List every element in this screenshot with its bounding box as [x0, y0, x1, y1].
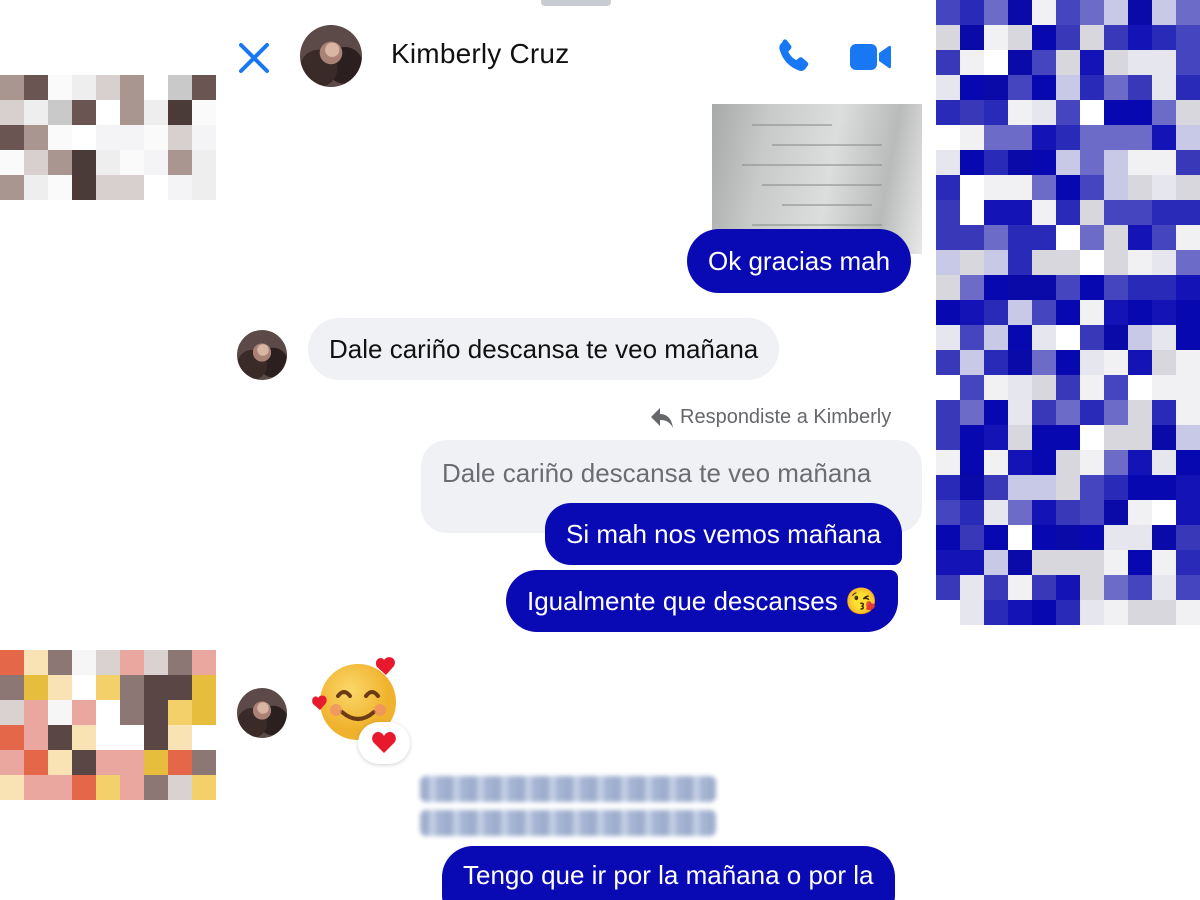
- message-outgoing-reply[interactable]: Si mah nos vemos mañana: [545, 503, 903, 565]
- message-outgoing[interactable]: Tengo que ir por la mañana o por la: [442, 846, 895, 900]
- chat-panel: Kimberly Cruz Ok gracias mah Dale cariño…: [216, 0, 936, 900]
- close-button[interactable]: [236, 40, 272, 76]
- video-camera-icon: [850, 44, 891, 70]
- reply-indicator-text: Respondiste a Kimberly: [680, 406, 892, 428]
- sender-avatar[interactable]: [237, 688, 287, 738]
- redacted-text-line: [420, 776, 716, 802]
- message-reaction[interactable]: [358, 722, 410, 764]
- contact-avatar[interactable]: [300, 25, 362, 87]
- reply-indicator: Respondiste a Kimberly: [650, 406, 891, 429]
- redacted-text-line: [420, 810, 716, 836]
- sender-avatar[interactable]: [237, 330, 287, 380]
- blurred-background-left-bottom: [0, 650, 216, 800]
- video-call-button[interactable]: [848, 38, 892, 76]
- message-outgoing[interactable]: Igualmente que descanses 😘: [506, 570, 899, 632]
- phone-icon: [779, 39, 809, 71]
- audio-call-button[interactable]: [772, 36, 814, 78]
- reply-arrow-icon: [651, 407, 673, 428]
- message-outgoing[interactable]: Ok gracias mah: [687, 229, 912, 293]
- message-incoming[interactable]: Dale cariño descansa te veo mañana: [308, 318, 780, 380]
- chat-header: Kimberly Cruz: [216, 0, 936, 105]
- heart-icon: [372, 732, 396, 753]
- contact-name[interactable]: Kimberly Cruz: [391, 38, 569, 70]
- close-icon: [239, 43, 269, 73]
- blurred-background-left-top: [0, 75, 216, 200]
- blurred-background-right: [936, 0, 1200, 625]
